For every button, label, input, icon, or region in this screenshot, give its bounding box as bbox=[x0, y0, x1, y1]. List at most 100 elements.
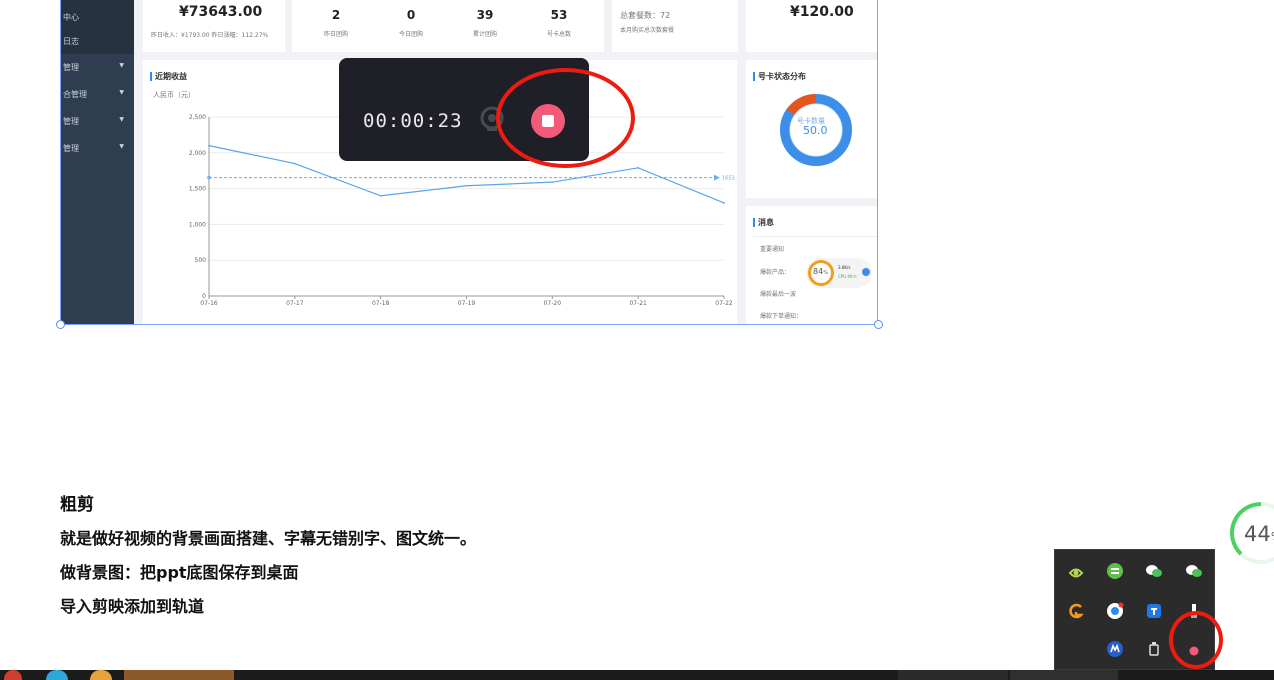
sidebar-label: 管理 bbox=[63, 63, 79, 72]
data-point bbox=[208, 144, 210, 147]
taskbar-window[interactable] bbox=[1010, 670, 1118, 680]
messages-card: 消息 重要通知 爆款产品： 爆款最后一波 爆款下单通知： 84% 3.8K/s … bbox=[746, 206, 877, 324]
rocket-icon bbox=[862, 268, 870, 276]
divider bbox=[753, 236, 877, 237]
price-card: ¥120.00 bbox=[746, 0, 877, 52]
sidebar-label: 管理 bbox=[63, 144, 79, 153]
x-tick-label: 07-17 bbox=[286, 300, 304, 307]
resize-handle-bottom-left[interactable] bbox=[56, 320, 65, 329]
embedded-screenshot[interactable]: 中心 日志 管理 ▼ 合管理 ▼ 管理 ▼ 管理 ▼ ¥73643.00 昨日收入：¥1… bbox=[60, 0, 878, 325]
caret-down-icon: ▼ bbox=[119, 116, 124, 123]
sidebar-item-center[interactable]: 中心 bbox=[61, 12, 134, 23]
nvidia-icon[interactable] bbox=[1066, 563, 1086, 583]
sidebar-item-manage-1[interactable]: 管理 ▼ bbox=[61, 62, 134, 73]
average-arrow bbox=[714, 174, 720, 181]
screen: 中心 日志 管理 ▼ 合管理 ▼ 管理 ▼ 管理 ▼ ¥73643.00 昨日收入：¥1… bbox=[0, 0, 1274, 680]
sidebar-label: 合管理 bbox=[63, 90, 87, 99]
paragraph-line: 做背景图：把ppt底图保存到桌面 bbox=[60, 563, 299, 582]
total-revenue: ¥73643.00 bbox=[179, 4, 263, 20]
sidebar-item-manage-2[interactable]: 合管理 ▼ bbox=[61, 89, 134, 100]
stat-value: 0 bbox=[406, 8, 416, 22]
taskbar bbox=[0, 670, 1274, 680]
net-speed: 3.8K/s bbox=[838, 265, 851, 270]
message-item[interactable]: 重要通知 bbox=[760, 244, 784, 253]
data-point bbox=[551, 181, 554, 184]
stat-value: 2 bbox=[331, 8, 341, 22]
status-title: 号卡状态分布 bbox=[753, 72, 806, 81]
data-point bbox=[465, 184, 468, 187]
sidebar-item-manage-3[interactable]: 管理 ▼ bbox=[61, 116, 134, 127]
speed-widget: 84% 3.8K/s CPU 46℃ bbox=[806, 258, 872, 288]
messages-title: 消息 bbox=[753, 218, 774, 227]
status-card: 号卡状态分布 号卡数量 50.0 bbox=[746, 60, 877, 198]
taskbar-app-icon[interactable] bbox=[90, 670, 112, 680]
orders-line2: 本月购买总次数套餐 bbox=[620, 27, 675, 34]
caret-down-icon: ▼ bbox=[119, 89, 124, 96]
message-item[interactable]: 爆款下单通知： bbox=[760, 311, 802, 320]
y-tick-label: 500 bbox=[195, 257, 207, 264]
wechat-icon[interactable] bbox=[1184, 561, 1204, 581]
usage-percent-value: 84 bbox=[813, 267, 824, 276]
taskbar-app-icon[interactable] bbox=[4, 670, 22, 680]
orders-line1: 总套餐数：72 bbox=[620, 11, 671, 20]
data-point bbox=[637, 166, 640, 169]
revenue-sub: 昨日收入：¥1793.00 昨日涨幅：112.27% bbox=[151, 32, 269, 39]
wechat-icon[interactable] bbox=[1144, 561, 1164, 581]
stat-label: 今日团购 bbox=[398, 31, 423, 38]
stat-label: 累计团购 bbox=[472, 31, 497, 38]
stats-card: 2 昨日团购 0 今日团购 39 累计团购 53 号卡总数 bbox=[292, 0, 604, 52]
x-tick-label: 07-18 bbox=[372, 300, 390, 307]
y-tick-label: 0 bbox=[202, 293, 206, 300]
sidebar-item-log[interactable]: 日志 bbox=[61, 36, 134, 47]
stat-label: 号卡总数 bbox=[546, 31, 571, 38]
usage-percent: 84% bbox=[813, 267, 828, 276]
revenue-card: ¥73643.00 昨日收入：¥1793.00 昨日涨幅：112.27% bbox=[143, 0, 285, 52]
sidebar-label: 管理 bbox=[63, 117, 79, 126]
caret-down-icon: ▼ bbox=[119, 62, 124, 69]
sidebar-item-manage-4[interactable]: 管理 ▼ bbox=[61, 143, 134, 154]
stat-value: 53 bbox=[550, 8, 568, 22]
cpu-temp: CPU 46℃ bbox=[838, 274, 857, 279]
average-label: 1653.57 bbox=[722, 176, 737, 182]
stat-value: 39 bbox=[476, 8, 494, 22]
recording-timer: 00:00:23 bbox=[363, 110, 463, 132]
browser-icon[interactable] bbox=[1105, 601, 1125, 621]
orders-card: 总套餐数：72 本月购买总次数套餐 bbox=[612, 0, 738, 52]
price-value: ¥120.00 bbox=[790, 4, 854, 20]
y-tick-label: 2,500 bbox=[189, 114, 206, 121]
resize-handle-bottom-right[interactable] bbox=[874, 320, 883, 329]
x-tick-label: 07-20 bbox=[544, 300, 562, 307]
message-item[interactable]: 爆款产品： bbox=[760, 267, 790, 276]
y-tick-label: 2,000 bbox=[189, 150, 206, 157]
donut-value: 50.0 bbox=[803, 124, 828, 137]
paragraph-line: 导入剪映添加到轨道 bbox=[60, 597, 205, 616]
x-tick-label: 07-21 bbox=[629, 300, 647, 307]
x-tick-label: 07-16 bbox=[200, 300, 218, 307]
y-tick-label: 1,000 bbox=[189, 221, 206, 228]
x-tick-label: 07-19 bbox=[458, 300, 476, 307]
usb-drive-icon[interactable] bbox=[1144, 639, 1164, 659]
caret-down-icon: ▼ bbox=[119, 143, 124, 150]
red-annotation-circle bbox=[1169, 611, 1223, 669]
y-tick-label: 1,500 bbox=[189, 186, 206, 193]
red-annotation-circle bbox=[496, 68, 635, 168]
data-point bbox=[723, 202, 725, 204]
average-start-point bbox=[207, 175, 211, 180]
dashboard-sidebar: 中心 日志 管理 ▼ 合管理 ▼ 管理 ▼ 管理 ▼ bbox=[61, 0, 134, 324]
app-blue-icon[interactable] bbox=[1144, 601, 1164, 621]
app-orange-icon[interactable] bbox=[1066, 601, 1086, 621]
usage-percent-unit: % bbox=[823, 270, 828, 276]
data-point bbox=[379, 194, 382, 197]
meeting-icon[interactable] bbox=[1105, 639, 1125, 659]
progress-value: 44 bbox=[1244, 522, 1271, 546]
paragraph-line: 就是做好视频的背景画面搭建、字幕无错别字、图文统一。 bbox=[60, 529, 477, 548]
progress-badge[interactable]: 44 % bbox=[1228, 500, 1274, 566]
stat-label: 昨日团购 bbox=[323, 31, 348, 38]
taskbar-active-window[interactable] bbox=[124, 670, 234, 680]
app-green-icon[interactable] bbox=[1105, 561, 1125, 581]
x-tick-label: 07-22 bbox=[715, 300, 733, 307]
section-heading: 粗剪 bbox=[60, 495, 94, 515]
message-item[interactable]: 爆款最后一波 bbox=[760, 289, 796, 298]
taskbar-window[interactable] bbox=[898, 670, 1008, 680]
taskbar-app-icon[interactable] bbox=[46, 670, 68, 680]
